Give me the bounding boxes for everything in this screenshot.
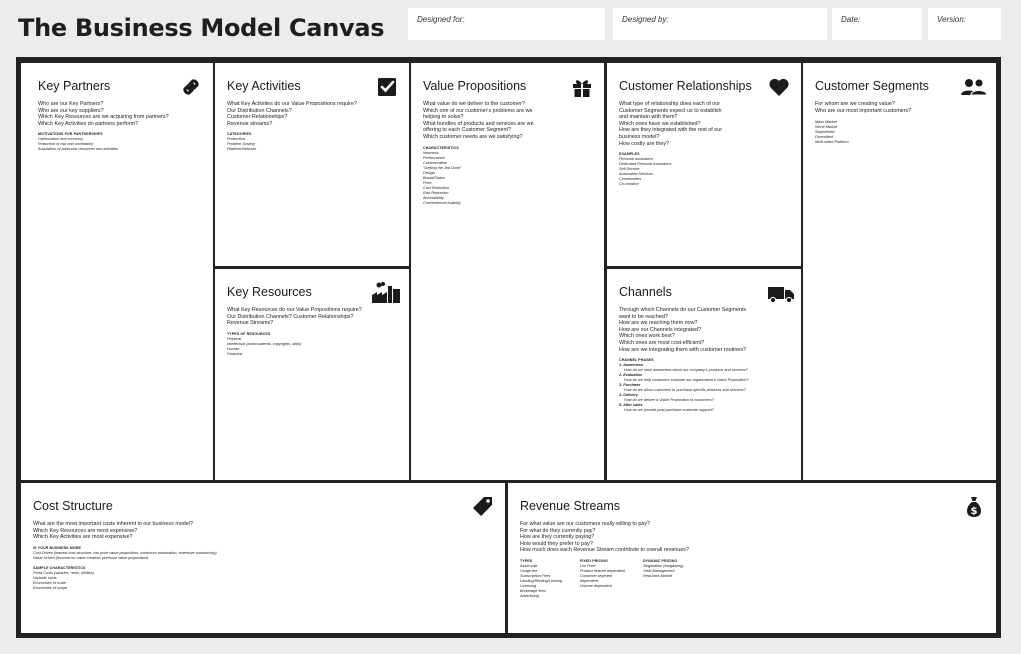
question: Customer Segments expect us to establish bbox=[619, 107, 722, 114]
key-partners-box[interactable]: Key Partners Who are our Key Partners? W… bbox=[21, 63, 213, 480]
list-item: Platform/Network bbox=[227, 147, 257, 152]
list-item: Economies of scope bbox=[33, 585, 68, 590]
value-propositions-box[interactable]: Value Propositions What value do we deli… bbox=[411, 63, 604, 480]
price-tag-icon bbox=[471, 495, 495, 519]
money-bag-icon: $ bbox=[962, 495, 986, 519]
section-subheading: EXAMPLES bbox=[619, 152, 640, 157]
question: business model? bbox=[619, 133, 660, 140]
section-subheading: TYPES OF RESOURCES bbox=[227, 331, 271, 336]
question: For what value are our customers really … bbox=[520, 521, 651, 527]
question: What bundles of products and services ar… bbox=[423, 120, 534, 127]
question: Revenue Streams? bbox=[227, 320, 274, 327]
question: Which ones have we established? bbox=[619, 120, 701, 127]
question: How are our Channels integrated? bbox=[619, 326, 702, 333]
question: Which one of our customer's problems are… bbox=[423, 107, 533, 114]
question: Our Distribution Channels? bbox=[227, 107, 292, 114]
question: What are the most important costs inhere… bbox=[33, 521, 194, 527]
list-item: Advertising bbox=[520, 593, 539, 598]
revenue-types-column: TYPES Asset sale Usage fee Subscription … bbox=[520, 557, 562, 599]
question: What value do we deliver to the customer… bbox=[423, 101, 525, 107]
section-subheading: IS YOUR BUSINESS MORE bbox=[33, 545, 81, 550]
question: Which customer needs are we satisfying? bbox=[423, 133, 523, 140]
svg-text:$: $ bbox=[971, 506, 978, 517]
question: What type of relationship does each of o… bbox=[619, 101, 720, 107]
question: Which Key Activities are most expensive? bbox=[33, 534, 133, 541]
designed-for-field[interactable]: Designed for: bbox=[408, 8, 605, 40]
customer-segments-box[interactable]: Customer Segments For whom are we creati… bbox=[803, 63, 996, 480]
question: How are we integrating them with custome… bbox=[619, 346, 747, 353]
version-field[interactable]: Version: bbox=[928, 8, 1001, 40]
checkbox-icon bbox=[375, 75, 399, 99]
customer-relationships-box[interactable]: Customer Relationships What type of rela… bbox=[607, 63, 801, 266]
key-activities-box[interactable]: Key Activities What Key Activities do ou… bbox=[215, 63, 409, 266]
section-subheading: SAMPLE CHARACTERISTICS bbox=[33, 565, 86, 570]
section-subheading: CHARACTERISTICS bbox=[423, 145, 459, 150]
question: and maintain with them? bbox=[619, 114, 678, 121]
fixed-pricing-column: FIXED PRICING List Price Product feature… bbox=[580, 557, 625, 599]
revenue-streams-box[interactable]: Revenue Streams $ For what value are our… bbox=[508, 483, 996, 633]
question: Which Key Resources are we acquiring fro… bbox=[38, 114, 169, 121]
question: Who are our most important customers? bbox=[815, 107, 912, 114]
list-item: Acquisition of particular resources and … bbox=[38, 147, 118, 152]
channels-box[interactable]: Channels Through which Channels do our C… bbox=[607, 269, 801, 480]
question: Who are our key suppliers? bbox=[38, 107, 104, 114]
link-icon bbox=[179, 75, 203, 99]
list-item: Real-time-Market bbox=[642, 573, 673, 578]
question: How are they currently paying? bbox=[520, 534, 595, 541]
question: How much does each Revenue Stream contri… bbox=[520, 547, 689, 554]
section-subheading: TYPES bbox=[520, 558, 533, 563]
users-icon bbox=[960, 75, 988, 99]
question: Which Key Activities do partners perform… bbox=[38, 120, 139, 127]
question: helping to solve? bbox=[423, 114, 464, 121]
question: Which ones are most cost-efficient? bbox=[619, 339, 705, 346]
question: Through which Channels do our Customer S… bbox=[619, 307, 747, 313]
question: For whom are we creating value? bbox=[815, 101, 895, 107]
question: How are we reaching them now? bbox=[619, 320, 698, 327]
question: Who are our Key Partners? bbox=[38, 101, 104, 107]
section-subheading: CHANNEL PHASES bbox=[619, 358, 654, 363]
date-field[interactable]: Date: bbox=[832, 8, 922, 40]
question: offering to each Customer Segment? bbox=[423, 127, 511, 134]
question: How would they prefer to pay? bbox=[520, 540, 593, 547]
revenue-streams-heading: Revenue Streams bbox=[520, 499, 621, 513]
page-title: The Business Model Canvas bbox=[18, 14, 385, 42]
gift-icon bbox=[570, 75, 594, 99]
question: Customer Relationships? bbox=[227, 114, 288, 121]
question: Revenue streams? bbox=[227, 120, 273, 127]
question: For what do they currently pay? bbox=[520, 527, 596, 534]
section-subheading: CATEGORIES bbox=[227, 132, 252, 137]
truck-icon bbox=[767, 281, 795, 305]
question: Which Key Resources are most expensive? bbox=[33, 527, 138, 534]
section-subheading: FIXED PRICING bbox=[580, 558, 608, 563]
question: want to be reached? bbox=[619, 313, 668, 320]
list-item: Volume dependent bbox=[580, 583, 612, 588]
cost-structure-box[interactable]: Cost Structure What are the most importa… bbox=[21, 483, 505, 633]
factory-icon bbox=[371, 281, 401, 305]
heart-icon bbox=[767, 75, 791, 99]
question: Which ones work best? bbox=[619, 333, 675, 340]
question: What Key Resources do our Value Proposit… bbox=[227, 307, 362, 313]
key-resources-box[interactable]: Key Resources What Key Resources do our … bbox=[215, 269, 409, 480]
list-item: Multi-sided Platform bbox=[815, 140, 849, 145]
revenue-columns: TYPES Asset sale Usage fee Subscription … bbox=[520, 557, 988, 599]
section-subheading: DYNAMIC PRICING bbox=[642, 558, 678, 563]
question: How are they integrated with the rest of… bbox=[619, 127, 723, 134]
list-item: Financial bbox=[227, 351, 243, 356]
channel-phase-detail: How do we provide post-purchase customer… bbox=[624, 408, 714, 413]
question: Our Distribution Channels? Customer Rela… bbox=[227, 313, 354, 320]
section-subheading: MOTIVATIONS FOR PARTNERSHIPS bbox=[38, 132, 103, 137]
question: What Key Activities do our Value Proposi… bbox=[227, 101, 357, 107]
list-item: Value Driven (focused on value creation,… bbox=[33, 555, 149, 560]
dynamic-pricing-column: DYNAMIC PRICING Negotiation (bargaining)… bbox=[643, 557, 684, 599]
canvas-board: Key Partners Who are our Key Partners? W… bbox=[16, 57, 1001, 638]
list-item: Co-creation bbox=[619, 182, 639, 187]
list-item: Convenience/Usability bbox=[423, 200, 461, 205]
cost-structure-heading: Cost Structure bbox=[33, 499, 113, 513]
question: How costly are they? bbox=[619, 140, 670, 147]
designed-by-field[interactable]: Designed by: bbox=[613, 8, 827, 40]
